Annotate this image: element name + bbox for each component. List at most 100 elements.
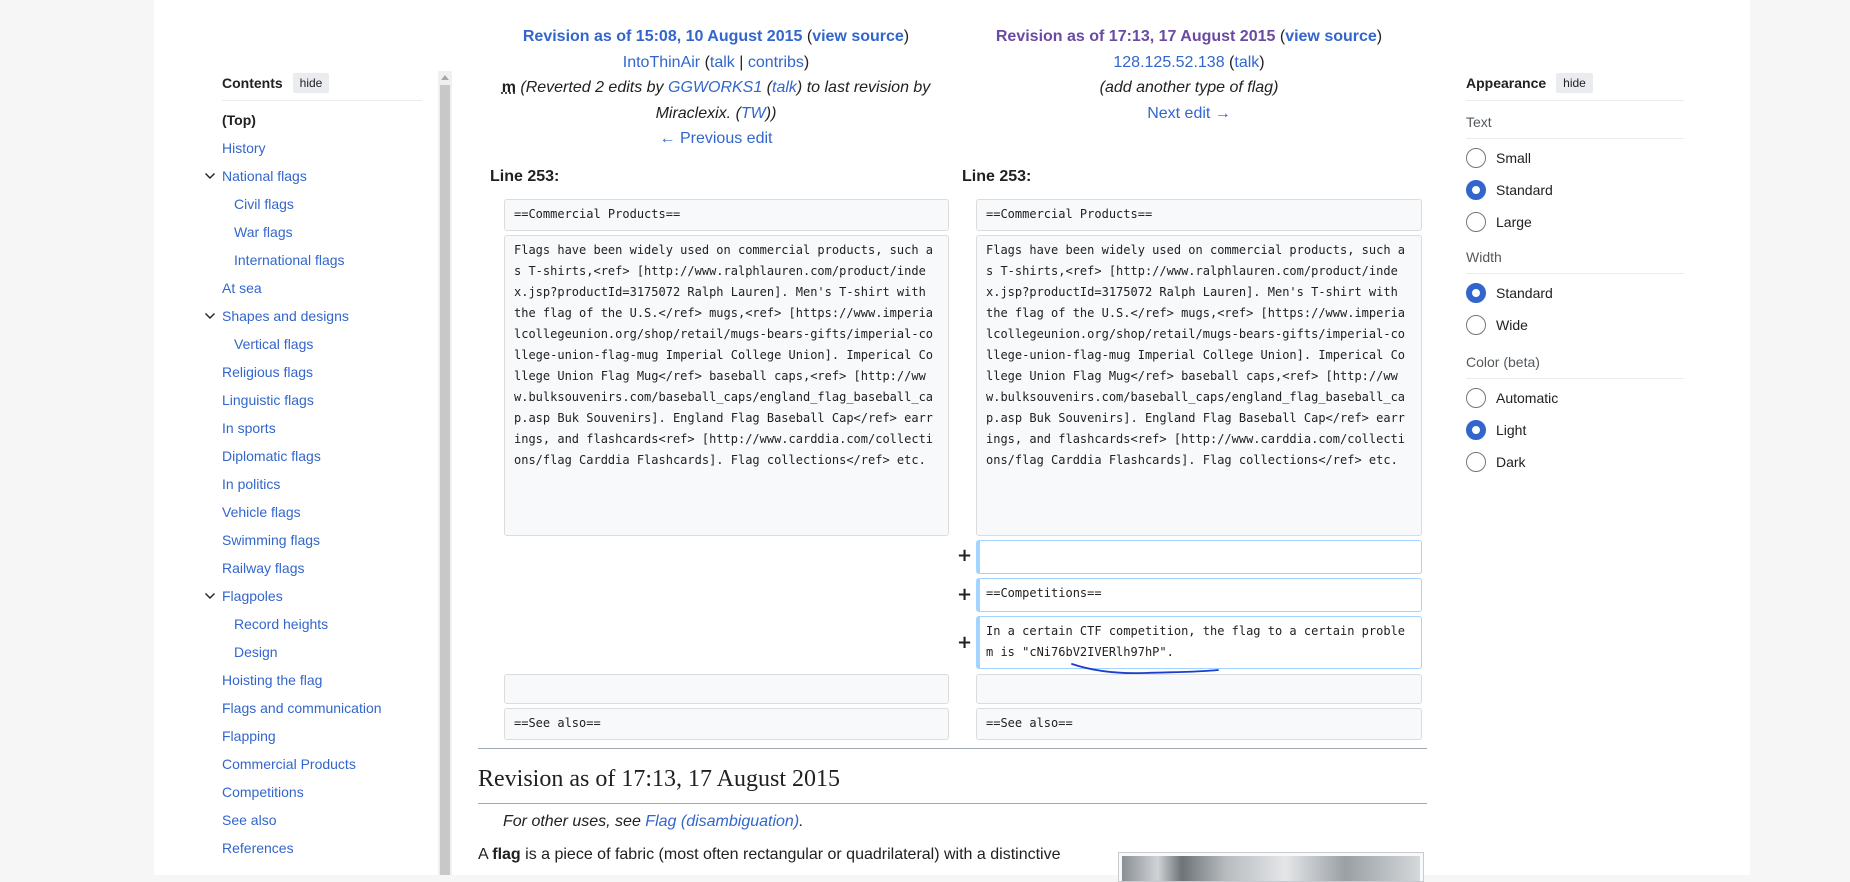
new-context-body: Flags have been widely used on commercia… — [976, 235, 1422, 536]
toc-item[interactable]: Record heights — [234, 616, 328, 632]
toc-item-label: See also — [222, 812, 277, 828]
scrollbar-thumb[interactable] — [440, 85, 450, 875]
text-option-large[interactable]: Large — [1466, 212, 1532, 232]
summary-tw-link[interactable]: TW — [741, 105, 766, 122]
toc-item[interactable]: National flags — [205, 168, 307, 184]
new-revision-title[interactable]: Revision as of 17:13, 17 August 2015 — [996, 28, 1276, 45]
toc-item[interactable]: References — [222, 840, 294, 856]
radio-button[interactable] — [1466, 148, 1486, 168]
old-view-source-link[interactable]: view source — [812, 28, 904, 45]
radio-button[interactable] — [1466, 212, 1486, 232]
color-option-dark[interactable]: Dark — [1466, 452, 1526, 472]
radio-button[interactable] — [1466, 420, 1486, 440]
toc-item-label: Swimming flags — [222, 532, 321, 548]
scroll-up-icon[interactable] — [441, 75, 449, 80]
section-divider — [1466, 138, 1684, 139]
new-user-talk-link[interactable]: talk — [1234, 54, 1259, 71]
text-option-standard[interactable]: Standard — [1466, 180, 1553, 200]
previous-edit-link[interactable]: ← Previous edit — [660, 130, 773, 147]
radio-button[interactable] — [1466, 315, 1486, 335]
flag-photo — [1122, 856, 1420, 881]
toc-item-label: Vehicle flags — [222, 504, 301, 520]
old-see-also-line: ==See also== — [504, 708, 949, 740]
toc-item[interactable]: War flags — [234, 224, 293, 240]
color-option-light[interactable]: Light — [1466, 420, 1526, 440]
toc-item[interactable]: History — [222, 140, 266, 156]
option-label: Small — [1496, 150, 1532, 166]
toc-item[interactable]: Diplomatic flags — [222, 448, 321, 464]
new-view-source-link[interactable]: view source — [1285, 28, 1377, 45]
toc-item-label: Vertical flags — [234, 336, 314, 352]
toc-item[interactable]: Flagpoles — [205, 588, 283, 604]
toc-item-label: At sea — [222, 280, 262, 296]
next-edit-link[interactable]: Next edit → — [1147, 105, 1231, 122]
toc-item[interactable]: Vehicle flags — [222, 504, 301, 520]
toc-item-label: References — [222, 840, 294, 856]
toc-item[interactable]: Swimming flags — [222, 532, 320, 548]
toc-item[interactable]: Flapping — [222, 728, 276, 744]
toc-item[interactable]: (Top) — [222, 112, 256, 128]
toc-item-label: Civil flags — [234, 196, 294, 212]
article-title-divider — [478, 803, 1427, 804]
appearance-hide-button[interactable]: hide — [1556, 73, 1593, 93]
toc-item[interactable]: In sports — [222, 420, 276, 436]
appearance-panel: Appearance hide Text Small Standard Large Wi… — [1466, 72, 1684, 472]
width-section-label: Width — [1466, 249, 1502, 265]
appearance-divider — [1466, 100, 1684, 101]
toc-item[interactable]: Shapes and designs — [205, 308, 349, 324]
radio-button[interactable] — [1466, 452, 1486, 472]
color-option-automatic[interactable]: Automatic — [1466, 388, 1558, 408]
old-user-talk-link[interactable]: talk — [710, 54, 735, 71]
chevron-down-icon[interactable] — [204, 170, 216, 182]
toc-item[interactable]: Religious flags — [222, 364, 313, 380]
old-user-contribs-link[interactable]: contribs — [748, 54, 804, 71]
toc-item[interactable]: In politics — [222, 476, 280, 492]
toc-item[interactable]: Design — [234, 644, 278, 660]
added-line-marker: + — [957, 584, 973, 605]
new-revision-user-link[interactable]: 128.125.52.138 — [1113, 54, 1224, 71]
infobox-image[interactable] — [1118, 852, 1424, 882]
toc-item[interactable]: Civil flags — [234, 196, 294, 212]
text-option-small[interactable]: Small — [1466, 148, 1531, 168]
old-revision-title[interactable]: Revision as of 15:08, 10 August 2015 — [523, 28, 803, 45]
toc-item-label: Flags and communication — [222, 700, 382, 716]
appearance-title: Appearance — [1466, 75, 1547, 91]
chevron-down-icon[interactable] — [204, 310, 216, 322]
toc-item[interactable]: Vertical flags — [234, 336, 313, 352]
toc-item[interactable]: At sea — [222, 280, 262, 296]
toc-item[interactable]: Hoisting the flag — [222, 672, 322, 688]
toc-item[interactable]: Linguistic flags — [222, 392, 314, 408]
toc-item[interactable]: Flags and communication — [222, 700, 382, 716]
old-context-body: Flags have been widely used on commercia… — [504, 235, 949, 536]
radio-button[interactable] — [1466, 388, 1486, 408]
toc-item[interactable]: International flags — [234, 252, 345, 268]
toc-item[interactable]: Railway flags — [222, 560, 304, 576]
toc-item-label: Diplomatic flags — [222, 448, 321, 464]
disambiguation-link[interactable]: Flag (disambiguation) — [645, 813, 799, 830]
toc-item[interactable]: Competitions — [222, 784, 304, 800]
radio-button[interactable] — [1466, 283, 1486, 303]
toc-item-label: Record heights — [234, 616, 329, 632]
summary-talk-link[interactable]: talk — [772, 79, 797, 96]
toc-item-label: Competitions — [222, 784, 304, 800]
summary-user-link[interactable]: GGWORKS1 — [668, 79, 762, 96]
toc-scrollbar[interactable] — [438, 71, 452, 875]
option-label: Standard — [1496, 182, 1553, 198]
chevron-down-icon[interactable] — [204, 590, 216, 602]
added-blank-line — [976, 540, 1422, 574]
new-line-number: Line 253: — [962, 168, 1032, 185]
color-section-label: Color (beta) — [1466, 354, 1540, 370]
section-divider — [1466, 273, 1684, 274]
toc-item-label: War flags — [234, 224, 293, 240]
old-revision-user-link[interactable]: IntoThinAir — [623, 54, 700, 71]
toc-item-label: Railway flags — [222, 560, 305, 576]
width-option-wide[interactable]: Wide — [1466, 315, 1528, 335]
toc-hide-button[interactable]: hide — [292, 73, 330, 93]
toc-item[interactable]: Commercial Products — [222, 756, 356, 772]
width-option-standard[interactable]: Standard — [1466, 283, 1553, 303]
radio-button[interactable] — [1466, 180, 1486, 200]
option-label: Automatic — [1496, 390, 1559, 406]
toc-item-label: In sports — [222, 420, 276, 436]
option-label: Light — [1496, 422, 1527, 438]
toc-item[interactable]: See also — [222, 812, 276, 828]
